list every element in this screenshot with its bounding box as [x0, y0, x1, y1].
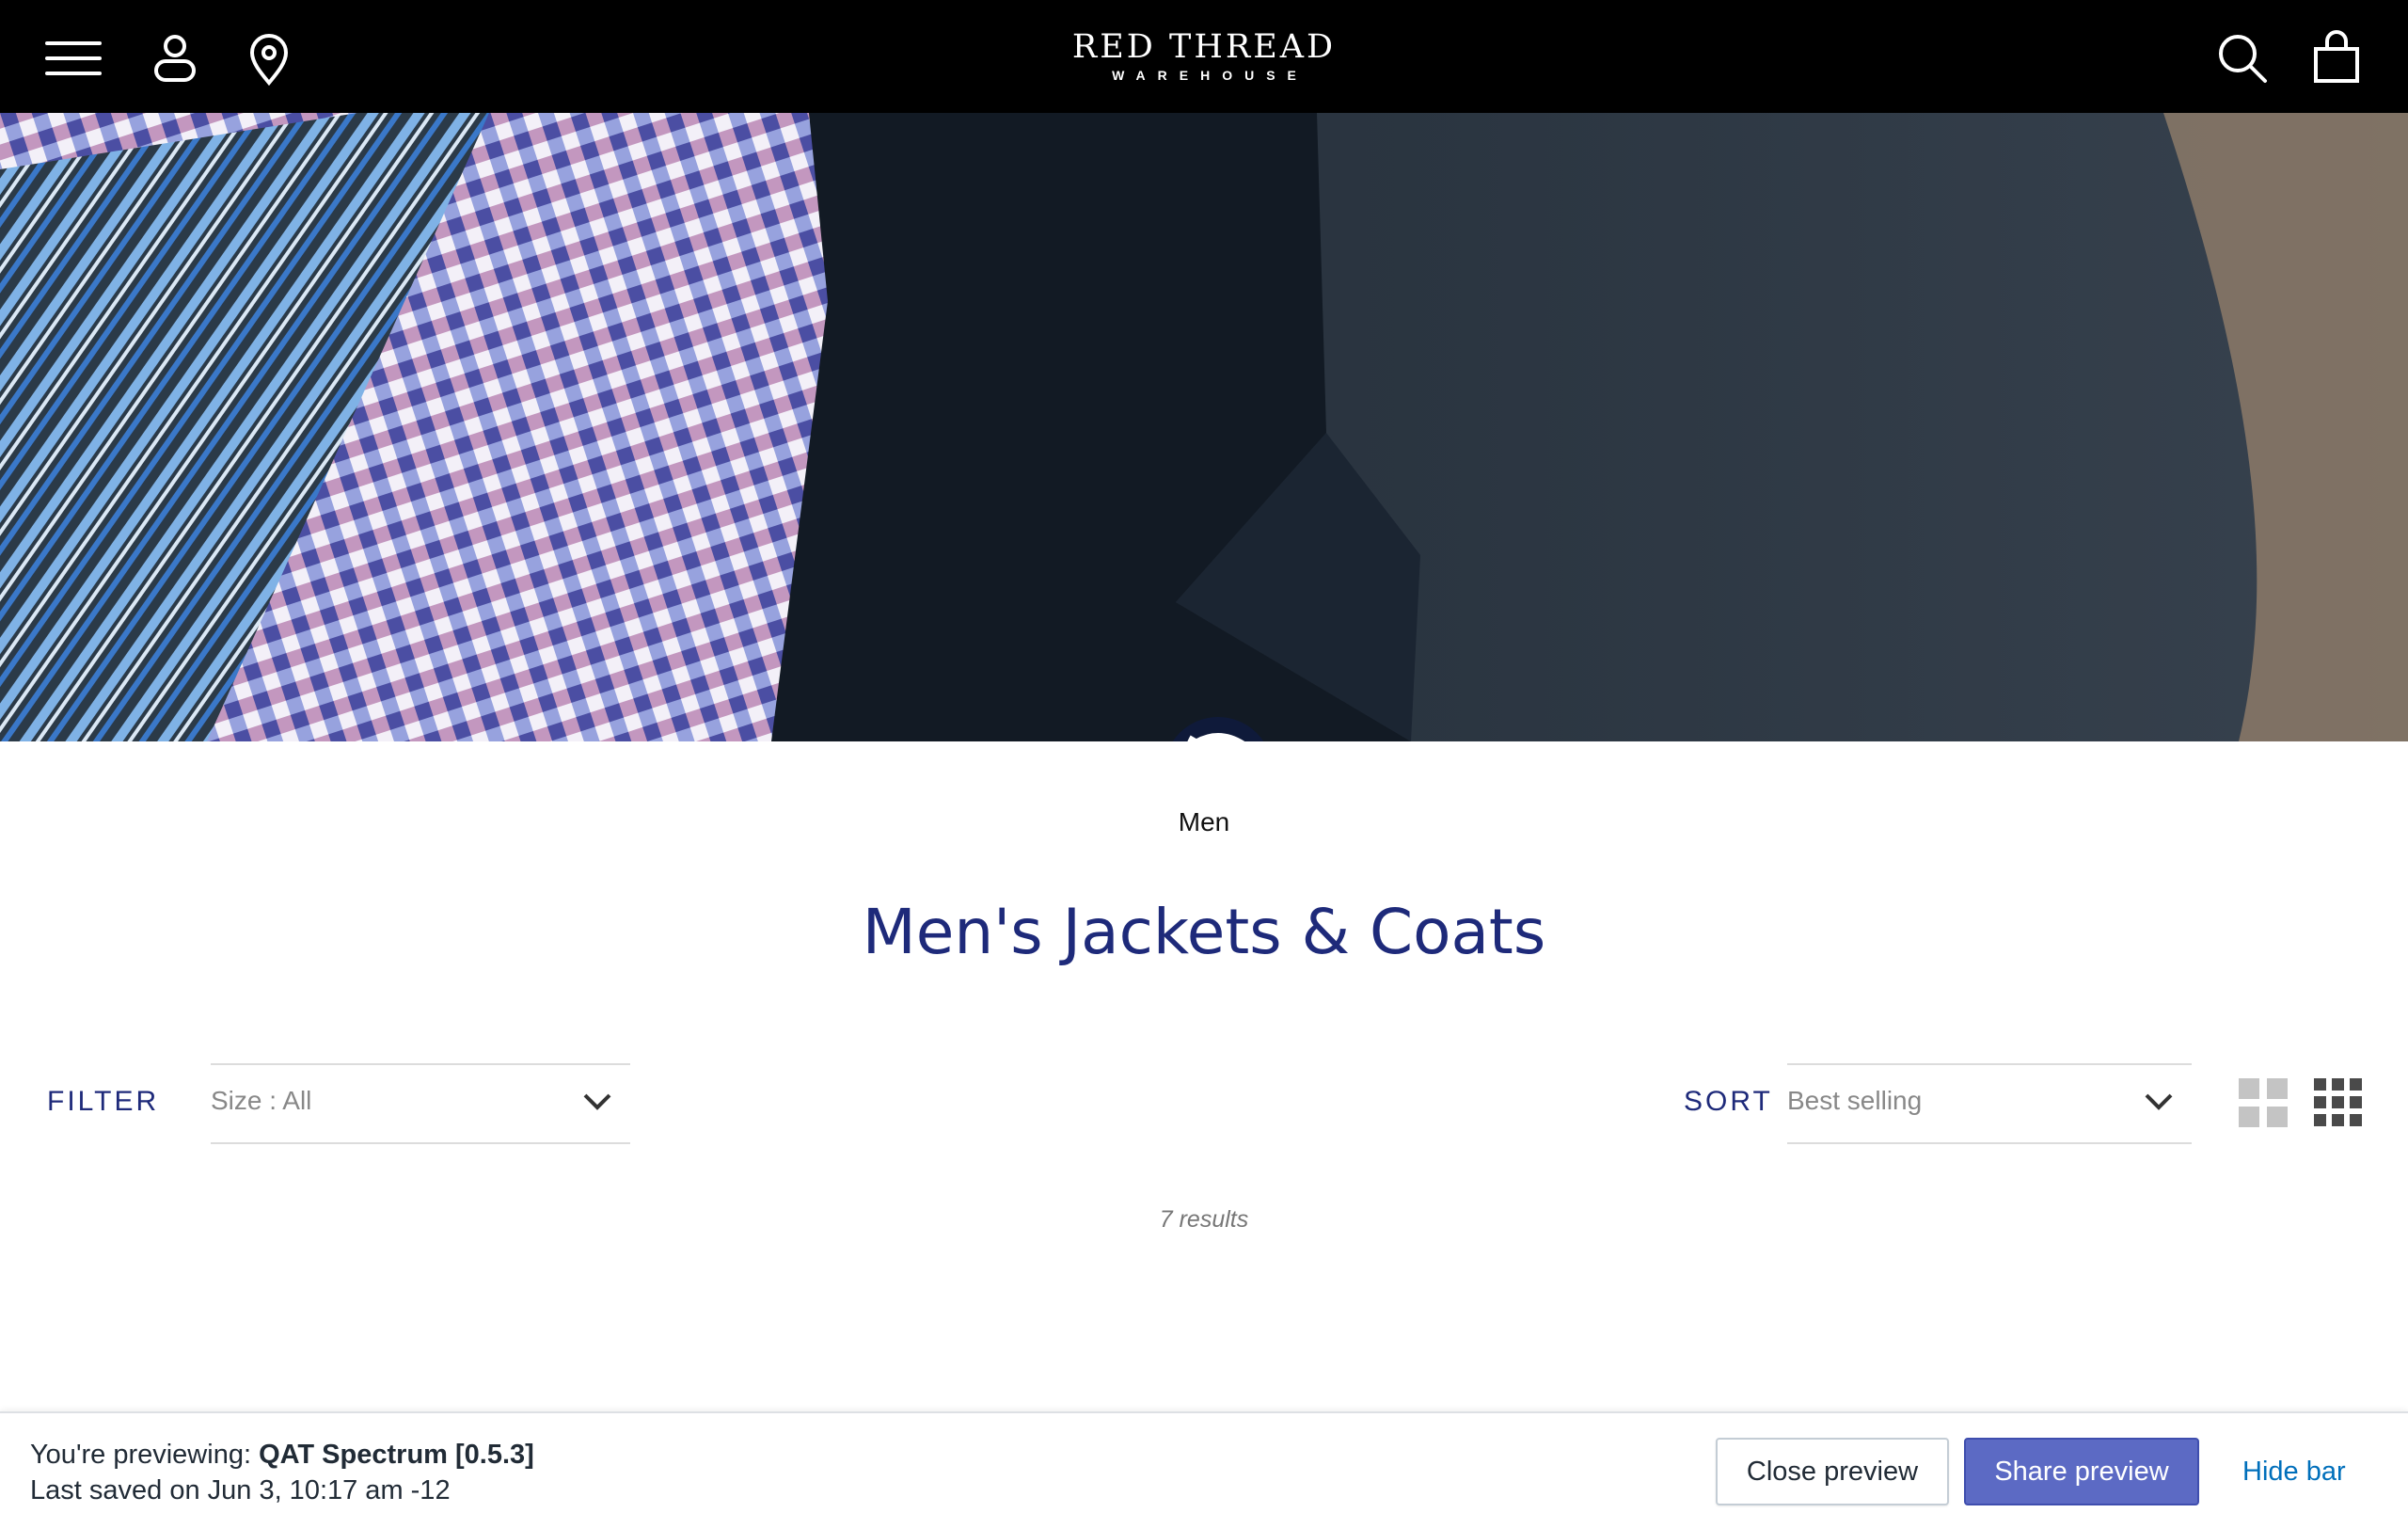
theme-preview-bar: You're previewing: QAT Spectrum [0.5.3] …	[0, 1411, 2408, 1513]
sort-value: Best selling	[1787, 1086, 1923, 1115]
cart-icon[interactable]	[2306, 28, 2367, 88]
chevron-down-icon	[581, 1090, 613, 1114]
site-header: RED THREAD WAREHOUSE	[0, 0, 2408, 113]
hide-bar-link[interactable]: Hide bar	[2242, 1438, 2346, 1505]
preview-prefix: You're previewing:	[30, 1440, 260, 1470]
grid-3-col-icon[interactable]	[2314, 1078, 2363, 1127]
menu-icon[interactable]	[43, 28, 103, 88]
location-icon[interactable]	[239, 28, 299, 88]
close-preview-button[interactable]: Close preview	[1716, 1438, 1949, 1505]
grid-2-col-icon[interactable]	[2239, 1078, 2288, 1127]
preview-theme-info: You're previewing: QAT Spectrum [0.5.3]	[30, 1440, 534, 1471]
page-title: Men's Jackets & Coats	[862, 896, 1546, 968]
search-icon[interactable]	[2212, 28, 2273, 88]
sort-label: SORT	[1684, 1086, 1773, 1117]
size-filter-select[interactable]: Size : All	[211, 1063, 630, 1144]
preview-last-saved: Last saved on Jun 3, 10:17 am -12	[30, 1475, 451, 1505]
breadcrumb[interactable]: Men	[0, 807, 2408, 837]
brand-logo[interactable]: RED THREAD WAREHOUSE	[941, 26, 1467, 83]
results-count: 7 results	[1159, 1206, 1249, 1233]
logo-subtext: WAREHOUSE	[1112, 68, 1308, 83]
filter-label: FILTER	[47, 1086, 160, 1117]
size-filter-value: Size : All	[211, 1086, 312, 1115]
sort-select[interactable]: Best selling	[1787, 1063, 2192, 1144]
share-preview-button[interactable]: Share preview	[1964, 1438, 2199, 1505]
preview-theme-name: QAT Spectrum [0.5.3]	[259, 1440, 534, 1470]
hero-banner-image	[0, 113, 2408, 741]
account-icon[interactable]	[145, 28, 205, 88]
chevron-down-icon	[2143, 1090, 2175, 1114]
logo-text: RED THREAD	[1071, 28, 1337, 66]
